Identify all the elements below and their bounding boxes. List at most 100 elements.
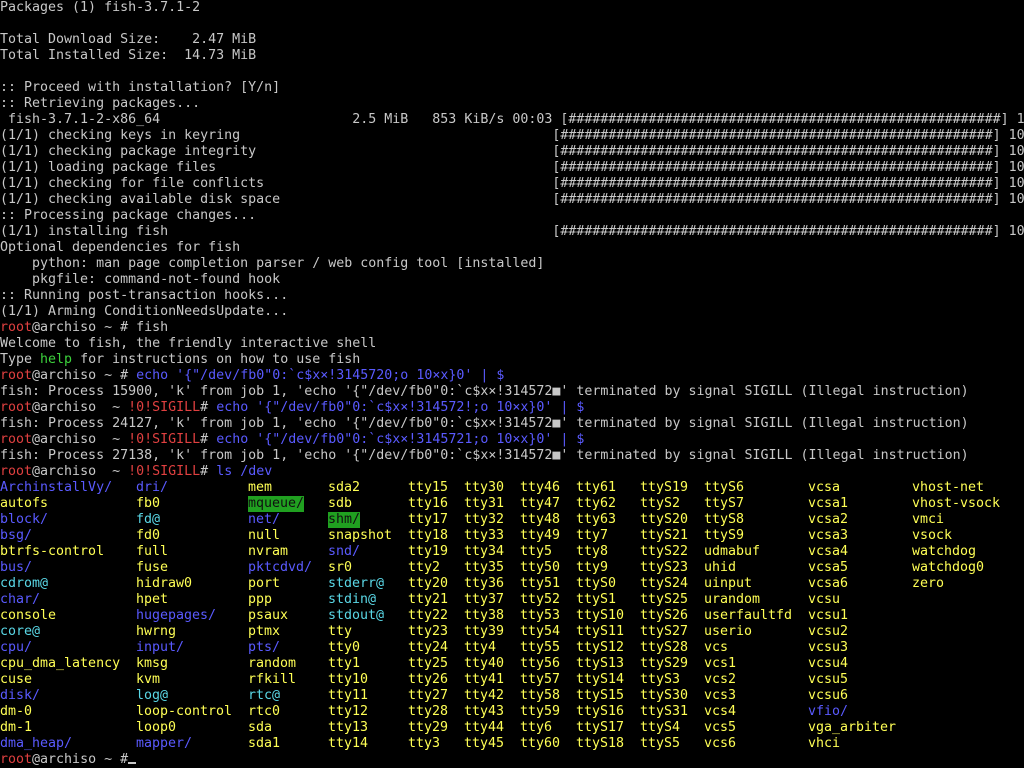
ls-entry: tty34 [464, 544, 505, 559]
ls-entry: vcsu3 [808, 640, 849, 655]
prompt-symbol: ~ [112, 400, 129, 415]
ls-entry: tty32 [464, 512, 505, 527]
terminal-screen[interactable]: Packages (1) fish-3.7.1-2 Total Download … [0, 0, 1024, 768]
ls-entry: userfaultfd [704, 608, 793, 623]
ls-entry: ttyS4 [640, 720, 681, 735]
ls-entry: mem [248, 480, 273, 495]
prompt-hash: # [200, 464, 217, 479]
status-badge: !0!SIGILL [128, 432, 201, 447]
error-line-2: fish: Process 24127, 'k' from job 1, 'ec… [0, 416, 969, 431]
ls-entry: tty63 [576, 512, 617, 527]
ls-entry: console [0, 608, 57, 623]
ls-entry: sr0 [328, 560, 353, 575]
ls-entry: psaux [248, 608, 289, 623]
ls-entry: tty50 [520, 560, 561, 575]
prompt-user: root [0, 320, 33, 335]
ls-entry: tty12 [328, 704, 369, 719]
ls-entry: loop0 [136, 720, 177, 735]
ls-entry: tty47 [520, 496, 561, 511]
prompt-host: @archiso [32, 752, 97, 767]
ls-entry: ttyS29 [640, 656, 689, 671]
ls-entry: fb0 [136, 496, 161, 511]
welcome-line: Welcome to fish, the friendly interactiv… [0, 336, 377, 351]
ls-entry: vcsa6 [808, 576, 849, 591]
error-line-1: fish: Process 15900, 'k' from job 1, 'ec… [0, 384, 969, 399]
ls-entry: ttyS22 [640, 544, 689, 559]
prompt-line-final[interactable]: root@archiso ~ # [0, 752, 136, 768]
ls-entry: tty7 [576, 528, 609, 543]
prompt-user: root [0, 464, 33, 479]
output-line: Packages (1) fish-3.7.1-2 [0, 0, 201, 15]
output-line: fish-3.7.1-2-x86_64 2.5 MiB 853 KiB/s 00… [0, 112, 1024, 127]
ls-entry: stderr@ [328, 576, 385, 591]
ls-entry: tty18 [408, 528, 449, 543]
ls-entry: vcsu5 [808, 672, 849, 687]
ls-entry: mqueue/ [248, 496, 305, 512]
prompt-tail: ~ # [96, 320, 137, 335]
ls-entry: tty9 [576, 560, 609, 575]
ls-entry: tty6 [520, 720, 553, 735]
ls-entry: core@ [0, 624, 41, 639]
output-line: (1/1) installing fish [#################… [0, 224, 1024, 239]
ls-entry: tty20 [408, 576, 449, 591]
ls-entry: cpu/ [0, 640, 33, 655]
ls-entry: tty61 [576, 480, 617, 495]
prompt-symbol: ~ [112, 464, 129, 479]
ls-entry: tty13 [328, 720, 369, 735]
ls-entry: tty11 [328, 688, 369, 703]
ls-entry: tty46 [520, 480, 561, 495]
prompt-host: @archiso [32, 400, 97, 415]
prompt-user: root [0, 400, 33, 415]
ls-entry: tty21 [408, 592, 449, 607]
ls-entry: ttyS8 [704, 512, 745, 527]
ls-entry: vga_arbiter [808, 720, 897, 735]
prompt-symbol: ~ [112, 432, 129, 447]
prompt-line-1: root@archiso ~ # echo '{"/dev/fb0"0:`c$x… [0, 368, 504, 384]
ls-entry: pktcdvd/ [248, 560, 313, 575]
ls-entry: snapshot [328, 528, 393, 543]
ls-entry: uinput [704, 576, 753, 591]
ls-entry: ttyS2 [640, 496, 681, 511]
ls-entry: tty56 [520, 656, 561, 671]
ls-entry: mapper/ [136, 736, 193, 751]
ls-entry: vmci [912, 512, 945, 527]
ls-entry: shm/ [328, 512, 361, 528]
ls-entry: tty23 [408, 624, 449, 639]
ls-entry: bus/ [0, 560, 33, 575]
ls-entry: tty62 [576, 496, 617, 511]
ls-entry: ttyS19 [640, 480, 689, 495]
ls-entry: tty8 [576, 544, 609, 559]
output-line: (1/1) checking available disk space [###… [0, 192, 1024, 207]
ls-entry: rtc0 [248, 704, 281, 719]
ls-entry: ptmx [248, 624, 281, 639]
ls-entry: vcs5 [704, 720, 737, 735]
prompt-line-fish: root@archiso ~ # fish [0, 320, 168, 336]
ls-entry: tty14 [328, 736, 369, 751]
ls-entry: input/ [136, 640, 185, 655]
prompt-line-4: root@archiso ~ !0!SIGILL# ls /dev [0, 464, 272, 480]
help-keyword: help [40, 352, 73, 367]
ls-entry: snd/ [328, 544, 361, 559]
output-line: Optional dependencies for fish [0, 240, 241, 255]
ls-entry: tty58 [520, 688, 561, 703]
ls-entry: vcs1 [704, 656, 737, 671]
ls-entry: tty55 [520, 640, 561, 655]
ls-entry: ttyS12 [576, 640, 625, 655]
ls-entry: tty49 [520, 528, 561, 543]
ls-entry: bsg/ [0, 528, 33, 543]
ls-entry: tty31 [464, 496, 505, 511]
help-line: Type help for instructions on how to use… [0, 352, 360, 368]
ls-entry: tty42 [464, 688, 505, 703]
ls-entry: tty24 [408, 640, 449, 655]
ls-entry: tty22 [408, 608, 449, 623]
ls-entry: random [248, 656, 297, 671]
ls-entry: tty36 [464, 576, 505, 591]
command-text: echo '{"/dev/fb0"0:`c$x×!3145720;o 10×x}… [136, 368, 505, 383]
ls-entry: hugepages/ [136, 608, 217, 623]
ls-entry: tty35 [464, 560, 505, 575]
ls-entry: sda [248, 720, 273, 735]
status-badge: !0!SIGILL [128, 400, 201, 415]
ls-entry: fd@ [136, 512, 161, 527]
ls-entry: ttyS30 [640, 688, 689, 703]
ls-entry: tty39 [464, 624, 505, 639]
